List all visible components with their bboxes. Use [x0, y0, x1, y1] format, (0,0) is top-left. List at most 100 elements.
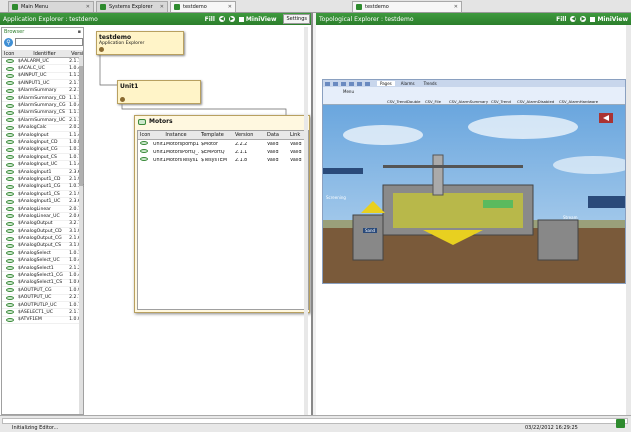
status-icon[interactable] [616, 419, 625, 428]
browser-row[interactable]: $AOUTPUTLP_UC 1.0.7 [2, 302, 83, 310]
eye-icon [2, 266, 18, 271]
browser-row[interactable]: $AlarmSummary_CG 1.0.4 [2, 102, 83, 110]
node-unit1[interactable]: Unit1 [117, 80, 201, 104]
settings-button[interactable]: Settings [283, 14, 310, 24]
viewer-tab-pages[interactable]: Pages [377, 81, 395, 86]
browser-row[interactable]: $AnalogSelect1 2.1.2 [2, 265, 83, 273]
prev-arrow-icon[interactable]: ◀ [570, 16, 577, 22]
header-instance[interactable]: Instance [151, 132, 199, 138]
browser-row[interactable]: $AlarmSummary_CD 1.1.1 [2, 95, 83, 103]
browser-row[interactable]: $AnalogInput_CD 1.0.8 [2, 139, 83, 147]
tab-systems-explorer[interactable]: Systems Explorer ✕ [96, 1, 168, 12]
canvas-scrollbar[interactable] [304, 27, 308, 415]
browser-row[interactable]: $AINPUT1_UC 2.1.7 [2, 80, 83, 88]
viewer-menu[interactable]: Menu [343, 89, 354, 94]
browser-row[interactable]: $AnalogInput1_CG 1.0.12 [2, 184, 84, 192]
table-row[interactable]: Unit1MotorsTesys1 $TesysTEM 2.1.8 Valid Vali… [138, 156, 308, 164]
header-identifier[interactable]: Identifier [18, 51, 69, 57]
fill-button[interactable]: Fill [556, 16, 566, 23]
close-icon[interactable]: ✕ [160, 4, 164, 10]
toolbar-icon[interactable] [341, 81, 346, 86]
browser-row[interactable]: $AnalogOutput_CS 3.1.0 [2, 243, 83, 251]
process-graphic[interactable] [323, 105, 625, 283]
csv-file-button[interactable]: CSV_File [425, 99, 447, 104]
browser-row[interactable]: $AnalogInput_UC 1.1.4 [2, 161, 83, 169]
browser-row[interactable]: $AnalogInput_CS 1.0.7 [2, 154, 83, 162]
checkbox-icon[interactable] [238, 16, 244, 22]
browser-row[interactable]: $AnalogLinear_UC 2.0.6 [2, 213, 83, 221]
search-input[interactable] [15, 38, 83, 46]
header-data[interactable]: Data [265, 132, 288, 138]
search-icon[interactable]: ⚲ [4, 37, 13, 47]
toolbar-icon[interactable] [333, 81, 338, 86]
right-scrollbar[interactable] [626, 25, 631, 415]
toolbar-icon[interactable] [349, 81, 354, 86]
browser-row[interactable]: $AlarmSummary 2.2.1 [2, 88, 83, 95]
tab-label: testdemo [183, 4, 207, 10]
header-template[interactable]: Template [199, 132, 233, 138]
tab-main-menu[interactable]: Main Menu ✕ [8, 1, 94, 12]
browser-row[interactable]: $AnalogInput1 2.3.6 [2, 169, 83, 177]
browser-row[interactable]: $ACALC_UC 1.0.4 [2, 65, 83, 73]
close-icon[interactable]: ✕ [86, 4, 90, 10]
close-icon[interactable]: ✕ [454, 4, 458, 10]
pin-icon[interactable]: ▪ [78, 29, 81, 35]
browser-row[interactable]: $AnalogSelect_UC 1.0.4 [2, 258, 83, 265]
browser-scrollbar[interactable] [79, 56, 83, 414]
header-icon[interactable]: Icon [2, 51, 18, 57]
browser-row[interactable]: $ASELECT1_UC 2.1.7 [2, 309, 83, 317]
browser-row[interactable]: $AnalogInput1_CS 2.1.9 [2, 191, 83, 199]
browser-row[interactable]: $AnalogLinear 2.0.7 [2, 206, 83, 214]
toolbar-icon[interactable] [357, 81, 362, 86]
tab-testdemo-right[interactable]: testdemo ✕ [352, 1, 462, 12]
table-row[interactable]: Unit1MotorsPortQ_1 $EMPortQ 2.1.1 Valid Vali… [138, 148, 308, 156]
miniview-toggle[interactable]: MiniView [238, 15, 277, 23]
miniview-label: MiniView [245, 15, 277, 23]
browser-row[interactable]: $AnalogSelect1_CG 1.0.4 [2, 272, 83, 280]
table-row[interactable]: Unit1Motorspomp11 $Motor 2.2.2 Valid Valid [138, 140, 308, 148]
browser-row[interactable]: $AnalogInput1_CD 2.1.9 [2, 176, 83, 184]
browser-row[interactable]: $AnalogInput1_UC 2.3.6 [2, 198, 83, 206]
browser-row[interactable]: $AnalogInput_CG 1.0.3 [2, 147, 83, 155]
toolbar-icon[interactable] [325, 81, 330, 86]
browser-row[interactable]: $AnalogOutput 3.2.7 [2, 221, 83, 228]
browser-row[interactable]: $AlarmSummary_UC 2.1.1 [2, 117, 83, 125]
browser-row[interactable]: $AINPUT_UC 1.1.2 [2, 73, 83, 81]
explorer-canvas[interactable]: testdemo Application Explorer Unit1 Moto… [86, 27, 310, 415]
csv-trend-button[interactable]: CSV_Trend [491, 99, 515, 104]
browser-row[interactable]: $AlarmSummary_CS 1.1.1 [2, 110, 83, 118]
close-icon[interactable]: ✕ [228, 4, 232, 10]
csv-alarmdisabled-button[interactable]: CSV_AlarmDisabled [517, 99, 557, 104]
scrollbar-thumb[interactable] [79, 66, 83, 186]
browser-row[interactable]: $AnalogOutput_CG 2.1.6 [2, 235, 83, 243]
browser-row[interactable]: $AnalogSelect 1.0.1 [2, 250, 83, 258]
checkbox-icon[interactable] [590, 16, 596, 22]
miniview-toggle[interactable]: MiniView [590, 16, 628, 23]
fill-button[interactable]: Fill [205, 16, 215, 23]
csv-alarmsummary-button[interactable]: CSV_AlarmSummary [449, 99, 489, 104]
browser-row[interactable]: $AOUTPUT_UC 2.2.7 [2, 295, 83, 302]
browser-row[interactable]: $AnalogInput 1.1.4 [2, 132, 83, 140]
toolbar-icon[interactable] [365, 81, 370, 86]
prev-arrow-icon[interactable]: ◀ [218, 16, 225, 22]
tab-testdemo-left[interactable]: testdemo ✕ [170, 1, 236, 12]
csv-trenddouble-button[interactable]: CSV_TrendDouble [387, 99, 423, 104]
next-arrow-icon[interactable]: ▶ [580, 16, 587, 22]
browser-row[interactable]: $AALARM_UC 2.1.1 [2, 58, 83, 66]
csv-alarmhardware-button[interactable]: CSV_AlarmHardware [559, 99, 599, 104]
browser-row[interactable]: $AOUTPUT_CG 1.0.9 [2, 287, 83, 295]
header-version[interactable]: Version [233, 132, 265, 138]
header-icon[interactable]: Icon [138, 132, 151, 138]
browser-row[interactable]: $AnalogSelect1_CS 1.0.6 [2, 280, 83, 288]
label-sand: Sand [363, 228, 378, 233]
eye-icon [2, 147, 18, 152]
next-arrow-icon[interactable]: ▶ [228, 16, 235, 22]
browser-row[interactable]: $AnalogCalc 2.0.2 [2, 125, 83, 132]
viewer-tab-trends[interactable]: Trends [421, 81, 440, 86]
runtime-viewer[interactable]: Pages Alarms Trends Menu CSV_TrendDouble… [322, 79, 626, 284]
viewer-tab-alarms[interactable]: Alarms [398, 81, 418, 86]
eye-icon [2, 214, 18, 219]
motors-node[interactable]: Motors Icon Instance Template Version Da… [134, 115, 310, 313]
browser-row[interactable]: $ATVF1EM 1.0.0 [2, 317, 83, 325]
browser-row[interactable]: $AnalogOutput_CD 3.1.0 [2, 228, 83, 236]
